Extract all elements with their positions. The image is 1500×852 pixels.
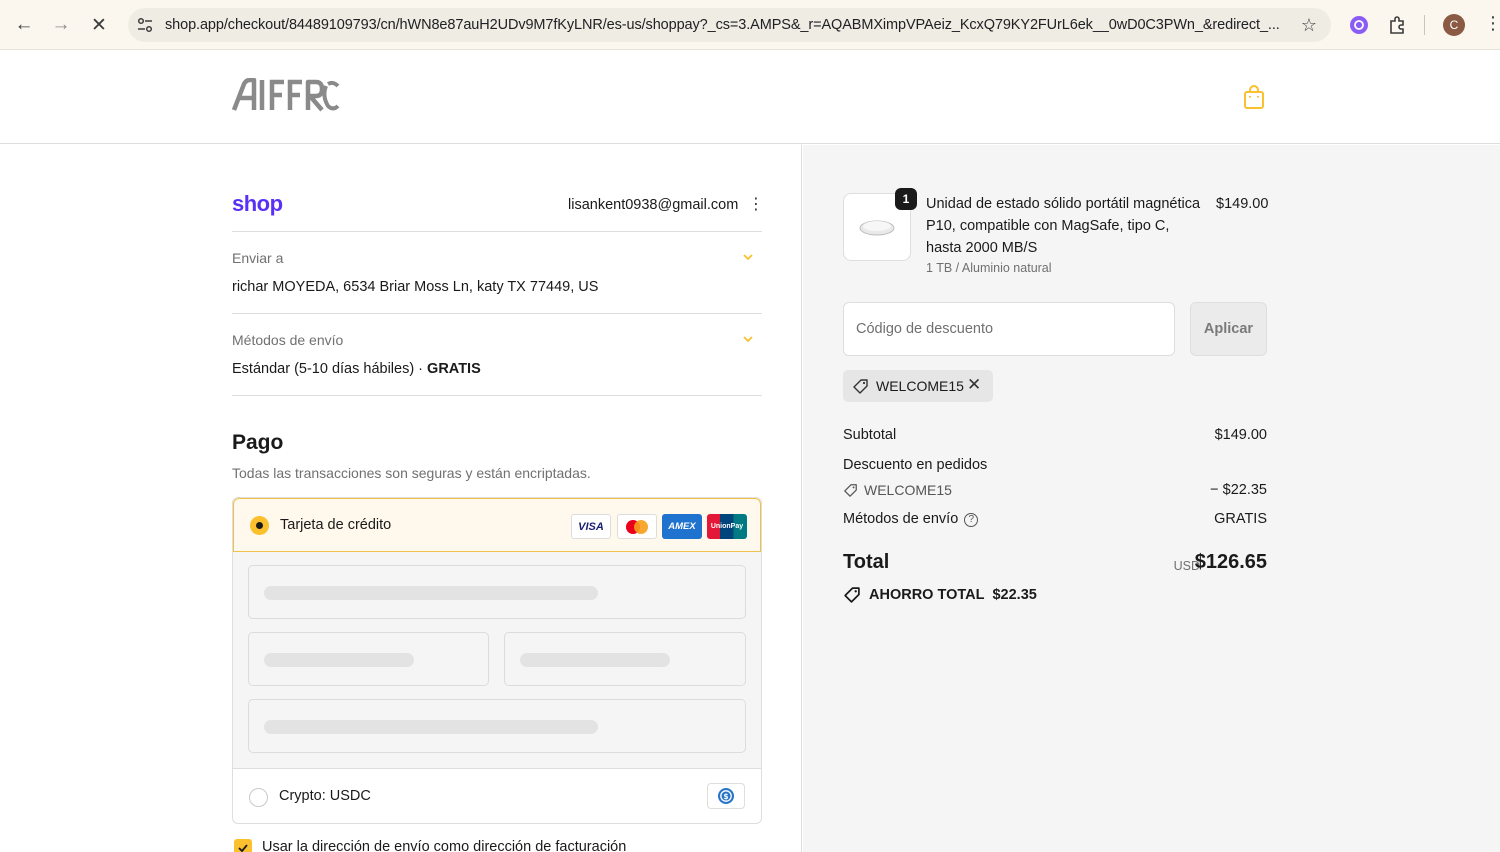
address-bar[interactable]: shop.app/checkout/84489109793/cn/hWN8e87… <box>128 8 1331 42</box>
cardholder-name-field[interactable] <box>248 699 746 753</box>
savings-value: $22.35 <box>992 587 1037 603</box>
card-number-field[interactable] <box>248 565 746 619</box>
ship-to-address: richar MOYEDA, 6534 Briar Moss Ln, katy … <box>232 279 599 295</box>
applied-discount-code: WELCOME15 <box>876 378 964 394</box>
product-variant: 1 TB / Aluminio natural <box>926 261 1052 275</box>
back-arrow-icon[interactable]: ← <box>11 12 37 38</box>
extensions-puzzle-icon[interactable] <box>1387 14 1409 36</box>
tag-icon <box>844 587 860 603</box>
loading-placeholder <box>264 720 598 734</box>
chevron-down-icon[interactable] <box>740 249 756 265</box>
applied-discount-chip: WELCOME15 ✕ <box>843 370 993 402</box>
payment-title: Pago <box>232 431 284 454</box>
savings-label: AHORRO TOTAL <box>869 587 985 603</box>
checkout-main: shop lisankent0938@gmail.com ⋮ Enviar a … <box>0 145 802 852</box>
divider <box>232 313 762 314</box>
total-label: Total <box>843 551 890 573</box>
site-settings-icon[interactable] <box>136 16 154 34</box>
shipping-summary-label: Métodos de envío <box>843 511 959 527</box>
browser-menu-icon[interactable]: ⋮ <box>1484 13 1500 34</box>
divider <box>232 395 762 396</box>
radio-selected[interactable] <box>250 516 269 535</box>
unionpay-icon: UnionPay <box>707 514 747 539</box>
loading-placeholder <box>264 586 598 600</box>
subtotal-value: $149.00 <box>1214 427 1267 443</box>
help-icon[interactable]: ? <box>964 512 979 527</box>
payment-option-label: Tarjeta de crédito <box>280 517 392 533</box>
shipping-summary-row: Métodos de envío? <box>843 511 979 527</box>
visa-icon: VISA <box>571 514 611 539</box>
tag-icon <box>853 379 868 394</box>
shipping-method-name: Estándar (5-10 días hábiles) · <box>232 361 428 377</box>
extension-purple-icon[interactable] <box>1348 14 1370 36</box>
svg-text:$: $ <box>723 792 728 801</box>
shipping-method-value: Estándar (5-10 días hábiles) · GRATIS <box>232 361 481 377</box>
payment-methods: Tarjeta de crédito VISA AMEX UnionPay Cr… <box>232 497 762 824</box>
order-discount-code-row: WELCOME15 <box>843 482 952 498</box>
account-email: lisankent0938@gmail.com <box>568 197 739 213</box>
mastercard-icon <box>617 514 657 539</box>
loading-placeholder <box>264 653 414 667</box>
payment-subtitle: Todas las transacciones son seguras y es… <box>232 465 591 481</box>
browser-toolbar: ← → ✕ shop.app/checkout/84489109793/cn/h… <box>0 0 1500 50</box>
card-form <box>233 552 761 769</box>
forward-arrow-icon[interactable]: → <box>48 12 74 38</box>
billing-same-label[interactable]: Usar la dirección de envío como direcció… <box>262 839 626 852</box>
stop-loading-icon[interactable]: ✕ <box>86 12 112 38</box>
product-title: Unidad de estado sólido portátil magnéti… <box>926 196 1201 256</box>
shopping-bag-icon[interactable] <box>1242 84 1266 110</box>
url-text[interactable]: shop.app/checkout/84489109793/cn/hWN8e87… <box>165 17 1285 33</box>
usdc-icon: $ <box>707 783 745 809</box>
order-discount-label: Descuento en pedidos <box>843 457 988 473</box>
shipping-summary-value: GRATIS <box>1214 511 1267 527</box>
chevron-down-icon[interactable] <box>740 331 756 347</box>
store-logo[interactable] <box>232 78 340 114</box>
site-header <box>0 50 1500 144</box>
billing-same-checkbox[interactable] <box>234 839 252 852</box>
radio-unselected[interactable] <box>249 788 268 807</box>
loading-placeholder <box>520 653 670 667</box>
ship-to-label: Enviar a <box>232 250 284 266</box>
product-price: $149.00 <box>1216 196 1269 212</box>
shop-pay-logo: shop <box>232 191 283 216</box>
shipping-method-price: GRATIS <box>427 361 481 377</box>
discount-code-input[interactable] <box>843 302 1175 356</box>
expiry-field[interactable] <box>248 632 489 686</box>
apply-discount-button[interactable]: Aplicar <box>1190 302 1267 356</box>
order-summary: 1 Unidad de estado sólido portátil magné… <box>803 145 1500 852</box>
shipping-method-label: Métodos de envío <box>232 332 344 348</box>
total-savings: AHORRO TOTAL $22.35 <box>843 586 1037 604</box>
divider <box>232 231 762 232</box>
profile-avatar[interactable]: C <box>1443 14 1465 36</box>
tag-icon <box>844 483 857 497</box>
payment-option-credit-card[interactable]: Tarjeta de crédito VISA AMEX UnionPay <box>233 498 761 552</box>
total-value: $126.65 <box>1194 551 1267 573</box>
security-code-field[interactable] <box>504 632 746 686</box>
subtotal-label: Subtotal <box>843 427 897 443</box>
account-menu-icon[interactable]: ⋮ <box>748 194 764 214</box>
checkmark-icon <box>238 844 248 852</box>
payment-option-crypto[interactable]: Crypto: USDC <box>279 788 371 804</box>
remove-discount-icon[interactable]: ✕ <box>967 375 981 395</box>
amex-icon: AMEX <box>662 514 702 539</box>
quantity-badge: 1 <box>895 188 917 210</box>
order-discount-value: − $22.35 <box>1210 482 1267 498</box>
bookmark-star-icon[interactable]: ☆ <box>1301 15 1317 36</box>
toolbar-divider <box>1424 15 1425 35</box>
order-discount-code: WELCOME15 <box>864 482 952 498</box>
